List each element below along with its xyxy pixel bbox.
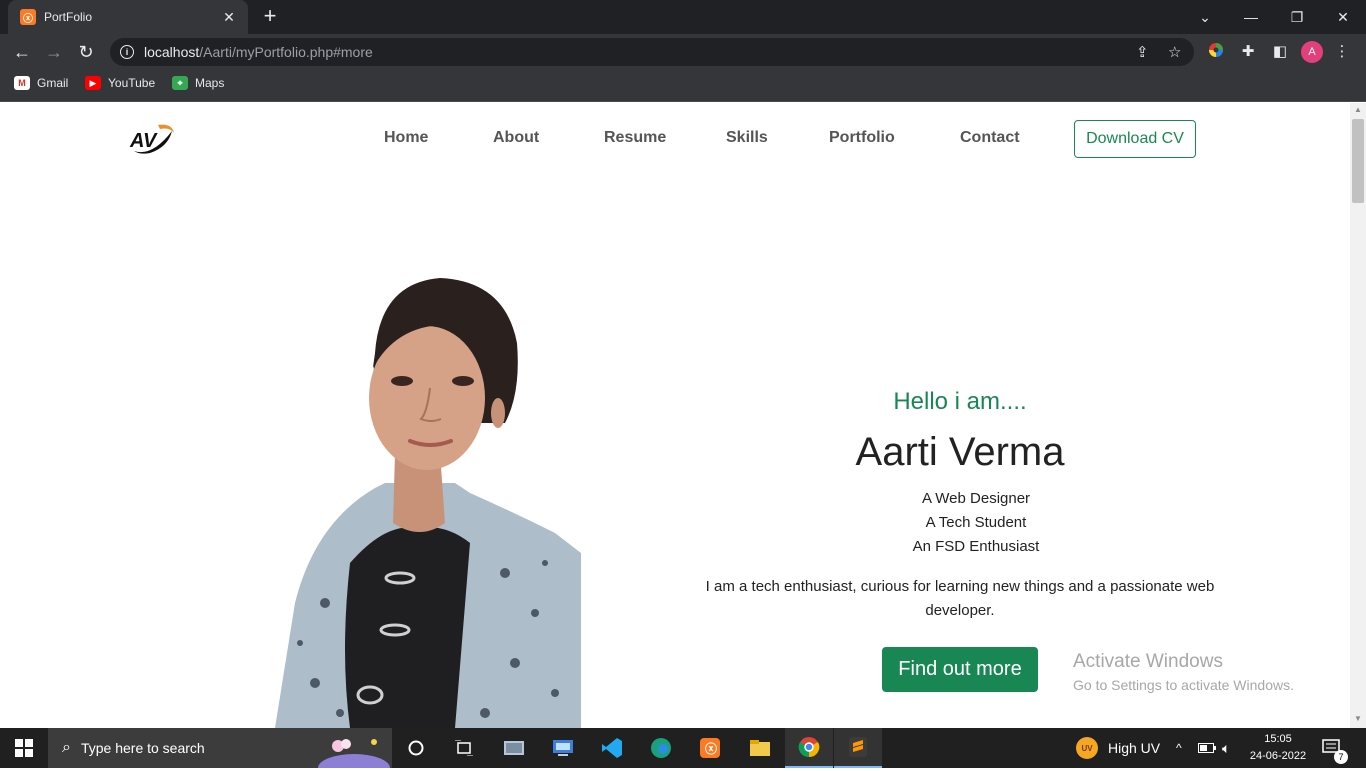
search-icon: ⌕	[62, 739, 71, 756]
extensions-puzzle-icon[interactable]: ✚	[1238, 42, 1258, 62]
cortana-icon[interactable]	[392, 728, 440, 768]
page-scrollbar[interactable]: ▲ ▼	[1350, 103, 1366, 728]
vscode-icon[interactable]	[588, 728, 636, 768]
taskbar-search-box[interactable]: ⌕ Type here to search	[48, 728, 392, 771]
nav-contact[interactable]: Contact	[960, 129, 1020, 147]
bookmark-label: YouTube	[108, 76, 156, 90]
hero-name: Aarti Verma	[855, 430, 1065, 474]
bookmark-star-icon[interactable]: ☆	[1168, 43, 1181, 61]
file-explorer-icon[interactable]	[736, 728, 784, 768]
reload-icon[interactable]: ↻	[74, 40, 98, 64]
windows-taskbar: ⌕ Type here to search ⓧ UV High UV ^ 🔈︎ …	[0, 728, 1366, 771]
role-item: A Tech Student	[925, 514, 1027, 531]
role-item: An FSD Enthusiast	[912, 538, 1040, 555]
hero-description: I am a tech enthusiast, curious for lear…	[705, 578, 1215, 619]
tab-title: PortFolio	[44, 10, 93, 24]
roles-list: A Web Designer A Tech Student An FSD Ent…	[692, 487, 1260, 559]
weather-text: High UV	[1108, 740, 1161, 756]
close-tab-icon[interactable]: ✕	[220, 9, 238, 26]
bookmark-label: Gmail	[37, 76, 69, 90]
bookmark-youtube[interactable]: ▶ YouTube	[85, 76, 155, 90]
menu-kebab-icon[interactable]: ⋮	[1332, 42, 1352, 62]
address-bar[interactable]: i localhost/Aarti/myPortfolio.php#more ⇪…	[110, 38, 1194, 66]
bookmark-label: Maps	[195, 76, 225, 90]
minimize-button[interactable]: —	[1228, 0, 1274, 34]
show-hidden-icons-chevron-icon[interactable]: ^	[1176, 728, 1182, 768]
url-host: localhost	[144, 44, 200, 60]
notifications-icon[interactable]: 7	[1322, 728, 1348, 768]
bookmark-maps[interactable]: ⌖ Maps	[172, 76, 224, 90]
maps-icon: ⌖	[172, 76, 188, 90]
color-extension-icon[interactable]	[1206, 42, 1226, 62]
profile-avatar[interactable]: A	[1301, 41, 1323, 63]
watermark-subtitle: Go to Settings to activate Windows.	[1073, 677, 1294, 693]
edge-icon[interactable]	[637, 728, 685, 768]
hero-section: Hello i am.... Aarti Verma A Web Designe…	[660, 388, 1260, 692]
youtube-icon: ▶	[85, 76, 101, 90]
nav-home[interactable]: Home	[384, 129, 428, 147]
nav-portfolio[interactable]: Portfolio	[829, 129, 895, 147]
greeting: Hello i am....	[893, 388, 1027, 415]
bookmark-gmail[interactable]: M Gmail	[14, 76, 68, 90]
control-panel-icon[interactable]	[539, 728, 587, 768]
site-info-icon[interactable]: i	[120, 45, 134, 59]
download-cv-button[interactable]: Download CV	[1074, 120, 1196, 158]
nav-skills[interactable]: Skills	[726, 129, 768, 147]
uv-sun-icon: UV	[1076, 737, 1098, 759]
gmail-icon: M	[14, 76, 30, 90]
xampp-icon: ⓧ	[20, 9, 36, 25]
watermark-title: Activate Windows	[1073, 651, 1223, 672]
taskbar-clock[interactable]: 15:05 24-06-2022	[1244, 731, 1312, 765]
activate-windows-watermark: Activate Windows Go to Settings to activ…	[1073, 651, 1294, 693]
logo-text: AV	[129, 130, 158, 152]
sublime-text-icon[interactable]	[834, 728, 882, 768]
restore-button[interactable]: ❐	[1274, 0, 1320, 34]
clock-date: 24-06-2022	[1249, 750, 1307, 762]
clock-time: 15:05	[1264, 733, 1292, 745]
new-tab-button[interactable]: +	[258, 5, 282, 29]
profile-photo	[275, 278, 581, 728]
scroll-thumb[interactable]	[1352, 119, 1364, 203]
tab-strip: ⓧ PortFolio ✕ + ⌄ — ❐ ✕	[0, 0, 1366, 34]
back-arrow-icon[interactable]: ←	[10, 40, 34, 64]
nav-about[interactable]: About	[493, 129, 539, 147]
bookmarks-bar: M Gmail ▶ YouTube ⌖ Maps	[0, 70, 1366, 102]
volume-icon[interactable]: 🔈︎	[1222, 728, 1230, 768]
url-path: /Aarti/myPortfolio.php#more	[199, 44, 373, 60]
find-out-more-button[interactable]: Find out more	[882, 647, 1038, 692]
battery-icon[interactable]	[1198, 728, 1216, 768]
svg-text:ⓧ: ⓧ	[705, 741, 717, 756]
nav-resume[interactable]: Resume	[604, 129, 666, 147]
search-highlight-icon	[316, 732, 392, 771]
scroll-up-icon[interactable]: ▲	[1350, 103, 1366, 117]
forward-arrow-icon[interactable]: →	[42, 40, 66, 64]
side-panel-icon[interactable]: ◧	[1270, 42, 1290, 62]
weather-widget[interactable]: UV High UV	[1076, 728, 1160, 768]
role-item: A Web Designer	[921, 490, 1031, 507]
portfolio-page: AV Home About Resume Skills Portfolio Co…	[0, 103, 1350, 728]
close-window-button[interactable]: ✕	[1320, 0, 1366, 34]
scroll-down-icon[interactable]: ▼	[1350, 712, 1366, 726]
browser-tab[interactable]: ⓧ PortFolio ✕	[8, 0, 248, 34]
xampp-taskbar-icon[interactable]: ⓧ	[686, 728, 734, 768]
windows-start-icon[interactable]	[0, 728, 48, 768]
av-logo[interactable]: AV	[128, 121, 176, 155]
notification-count: 7	[1334, 750, 1348, 764]
task-view-icon[interactable]	[440, 728, 488, 768]
browser-toolbar: ← → ↻ i localhost/Aarti/myPortfolio.php#…	[0, 34, 1366, 70]
share-icon[interactable]: ⇪	[1136, 43, 1149, 61]
chrome-taskbar-icon[interactable]	[785, 728, 833, 768]
tab-search-icon[interactable]: ⌄	[1182, 0, 1228, 34]
search-placeholder: Type here to search	[80, 740, 205, 756]
photos-app-icon[interactable]	[490, 728, 538, 768]
